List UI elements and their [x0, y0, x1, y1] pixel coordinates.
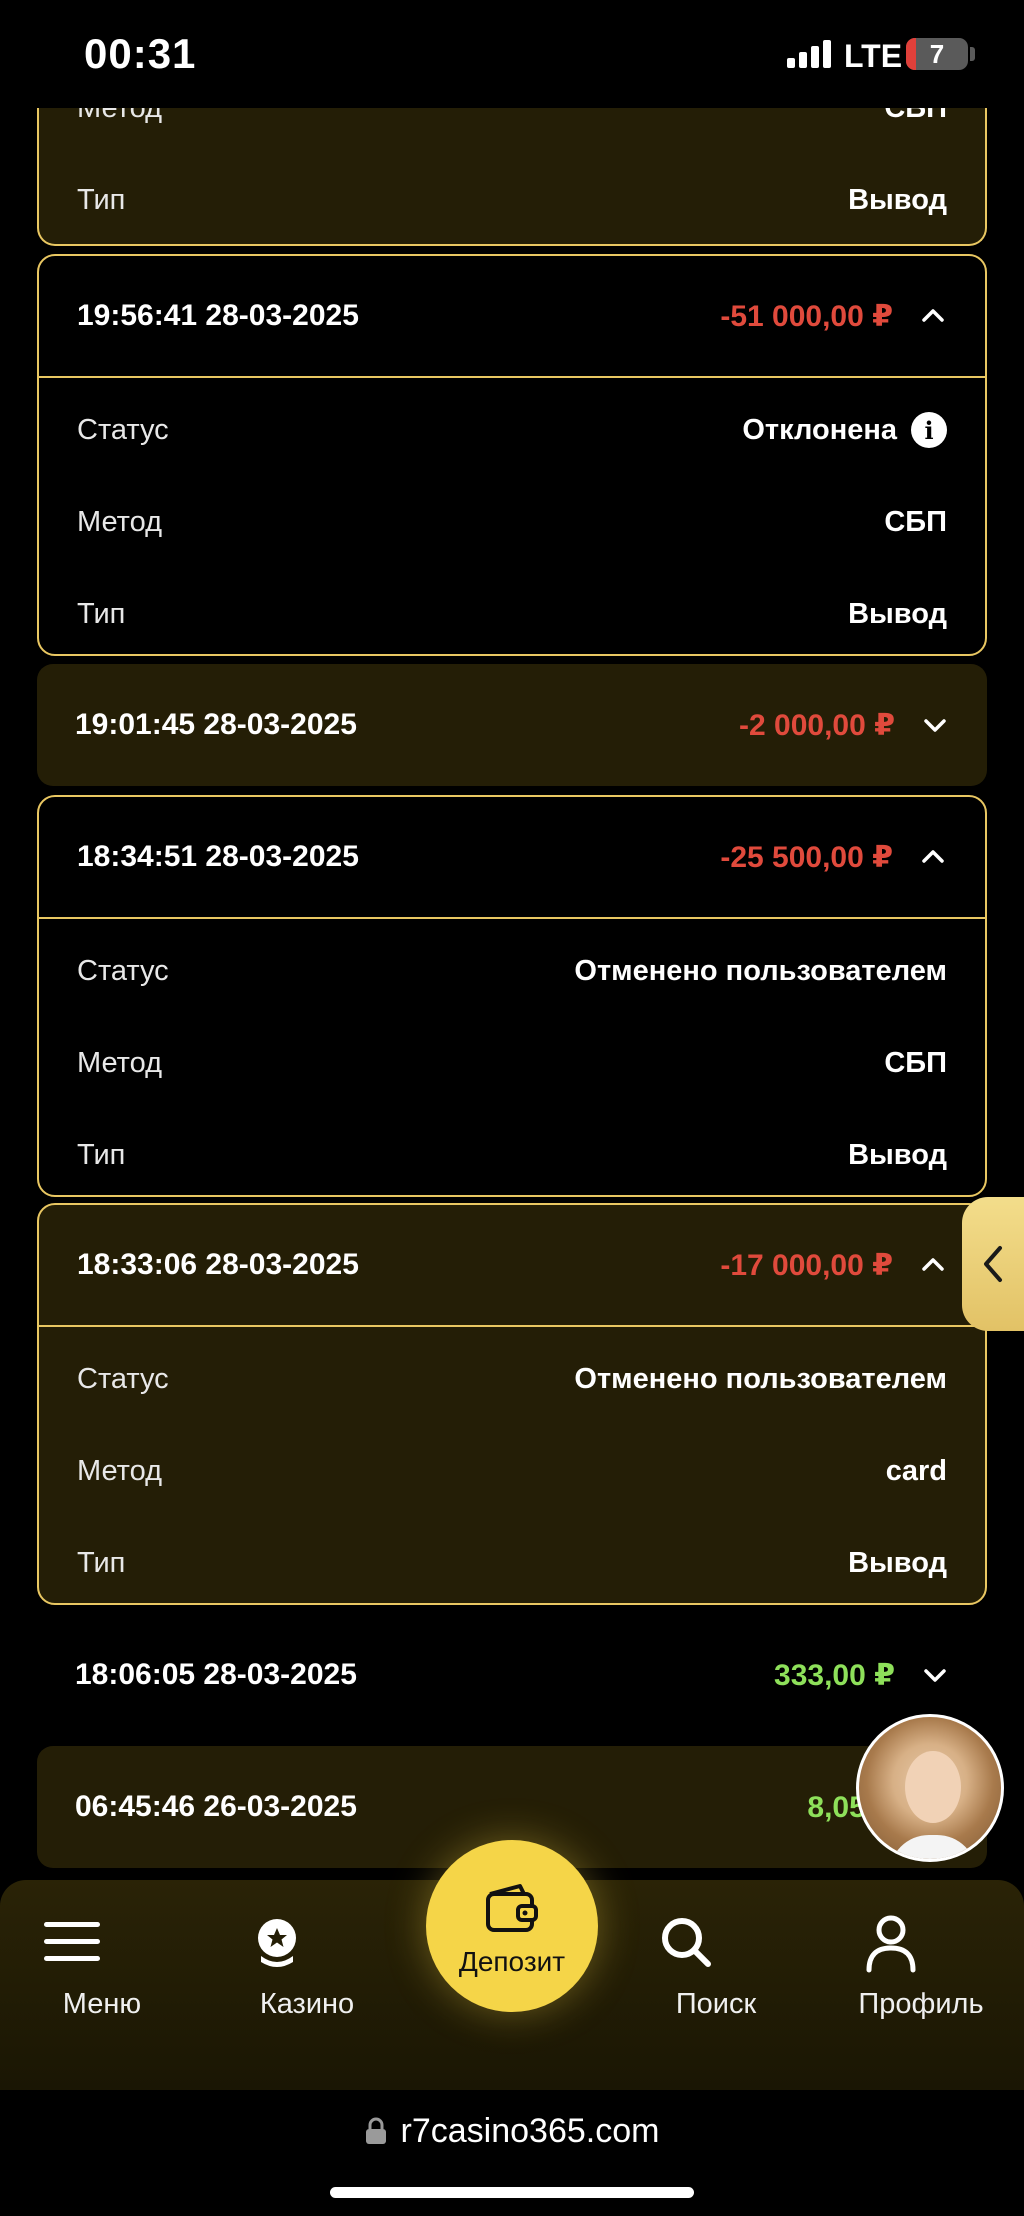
- deposit-button[interactable]: Депозит: [426, 1840, 598, 2012]
- transaction-datetime: 18:33:06 28-03-2025: [77, 1248, 359, 1281]
- method-row: Метод СБП: [39, 476, 985, 568]
- avatar-face: [905, 1751, 961, 1823]
- transaction-amount: 333,00 ₽: [774, 1658, 895, 1692]
- transaction-card: 18:33:06 28-03-2025 -17 000,00 ₽ Статус …: [37, 1203, 987, 1605]
- nav-casino-label: Казино: [259, 1988, 355, 2020]
- method-label: Метод: [77, 1046, 163, 1079]
- signal-icon: [787, 40, 831, 68]
- transaction-header[interactable]: 18:34:51 28-03-2025 -25 500,00 ₽: [39, 797, 985, 919]
- method-row: Метод card: [39, 1425, 985, 1517]
- status-bar: 00:31 LTE 7: [0, 0, 1024, 108]
- battery-icon: 7: [906, 38, 968, 70]
- nav-search[interactable]: Поиск: [631, 1880, 801, 2090]
- method-label: Метод: [77, 1454, 163, 1487]
- transaction-header[interactable]: 19:01:45 28-03-2025 -2 000,00 ₽: [37, 664, 987, 786]
- status-label: Статус: [77, 954, 169, 987]
- status-value: Отклонена i: [742, 412, 947, 448]
- transaction-datetime: 06:45:46 26-03-2025: [75, 1790, 357, 1823]
- type-label: Тип: [77, 1138, 126, 1171]
- type-row: Тип Вывод: [39, 154, 985, 244]
- transaction-card[interactable]: 18:06:05 28-03-2025 333,00 ₽: [37, 1614, 987, 1736]
- transaction-datetime: 18:34:51 28-03-2025: [77, 840, 359, 873]
- side-panel-tab[interactable]: [962, 1197, 1024, 1331]
- chevron-up-icon[interactable]: [919, 843, 947, 871]
- type-label: Тип: [77, 183, 126, 216]
- battery-level: 7: [929, 39, 945, 69]
- status-label: Статус: [77, 1362, 169, 1395]
- url-display[interactable]: r7casino365.com: [0, 2112, 1024, 2151]
- nav-search-label: Поиск: [675, 1988, 757, 2020]
- type-value: Вывод: [848, 183, 947, 216]
- transaction-amount: -25 500,00 ₽: [720, 840, 893, 874]
- transaction-card[interactable]: 19:01:45 28-03-2025 -2 000,00 ₽: [37, 664, 987, 786]
- status-row: Статус Отменено пользователем: [39, 1333, 985, 1425]
- battery-tip: [970, 47, 975, 61]
- transaction-amount: -2 000,00 ₽: [739, 708, 895, 742]
- method-value: card: [885, 1454, 947, 1487]
- transaction-list: Метод СБП Тип Вывод 19:56:41 28-03-2025 …: [0, 0, 1024, 1880]
- transaction-card: 19:56:41 28-03-2025 -51 000,00 ₽ Статус …: [37, 254, 987, 656]
- transaction-datetime: 18:06:05 28-03-2025: [75, 1658, 357, 1691]
- method-label: Метод: [77, 505, 163, 538]
- browser-url-bar[interactable]: r7casino365.com: [0, 2090, 1024, 2216]
- transaction-datetime: 19:01:45 28-03-2025: [75, 708, 357, 741]
- status-row: Статус Отклонена i: [39, 384, 985, 476]
- support-avatar[interactable]: [856, 1714, 1004, 1862]
- type-value: Вывод: [848, 1546, 947, 1579]
- search-icon: [662, 1918, 711, 1967]
- type-row: Тип Вывод: [39, 1517, 985, 1603]
- chevron-up-icon[interactable]: [919, 1251, 947, 1279]
- chevron-down-icon[interactable]: [921, 711, 949, 739]
- nav-menu[interactable]: Меню: [17, 1880, 187, 2090]
- transaction-datetime: 19:56:41 28-03-2025: [77, 299, 359, 332]
- status-label: Статус: [77, 413, 169, 446]
- avatar-shirt: [889, 1835, 977, 1859]
- method-value: СБП: [884, 505, 947, 538]
- type-row: Тип Вывод: [39, 1109, 985, 1195]
- chevron-down-icon[interactable]: [921, 1661, 949, 1689]
- type-label: Тип: [77, 597, 126, 630]
- transaction-header[interactable]: 19:56:41 28-03-2025 -51 000,00 ₽: [39, 256, 985, 378]
- status-time: 00:31: [84, 30, 197, 77]
- transaction-header[interactable]: 18:33:06 28-03-2025 -17 000,00 ₽: [39, 1205, 985, 1327]
- method-row: Метод СБП: [39, 1017, 985, 1109]
- nav-profile[interactable]: Профиль: [836, 1880, 1006, 2090]
- casino-icon: [258, 1919, 296, 1967]
- chevron-up-icon[interactable]: [919, 302, 947, 330]
- status-text: Отклонена: [742, 413, 897, 446]
- type-row: Тип Вывод: [39, 568, 985, 654]
- transaction-amount: -17 000,00 ₽: [720, 1248, 893, 1282]
- status-value: Отменено пользователем: [574, 1362, 947, 1395]
- type-value: Вывод: [848, 597, 947, 630]
- lock-icon: [365, 2117, 386, 2144]
- nav-profile-label: Профиль: [858, 1988, 984, 2020]
- type-value: Вывод: [848, 1138, 947, 1171]
- home-indicator: [330, 2187, 694, 2198]
- chevron-left-icon: [984, 1246, 1002, 1282]
- wallet-icon: [486, 1884, 538, 1932]
- deposit-label: Депозит: [458, 1946, 566, 1977]
- transaction-header[interactable]: 18:06:05 28-03-2025 333,00 ₽: [37, 1614, 987, 1736]
- status-row: Статус Отменено пользователем: [39, 925, 985, 1017]
- menu-icon: [44, 1922, 100, 1961]
- transaction-card: 18:34:51 28-03-2025 -25 500,00 ₽ Статус …: [37, 795, 987, 1197]
- type-label: Тип: [77, 1546, 126, 1579]
- nav-casino[interactable]: Казино: [222, 1880, 392, 2090]
- network-type: LTE: [844, 38, 903, 74]
- info-icon[interactable]: i: [911, 412, 947, 448]
- profile-icon: [866, 1915, 916, 1973]
- method-value: СБП: [884, 1046, 947, 1079]
- nav-menu-label: Меню: [62, 1988, 142, 2020]
- url-text: r7casino365.com: [400, 2112, 660, 2150]
- transaction-amount: -51 000,00 ₽: [720, 299, 893, 333]
- status-value: Отменено пользователем: [574, 954, 947, 987]
